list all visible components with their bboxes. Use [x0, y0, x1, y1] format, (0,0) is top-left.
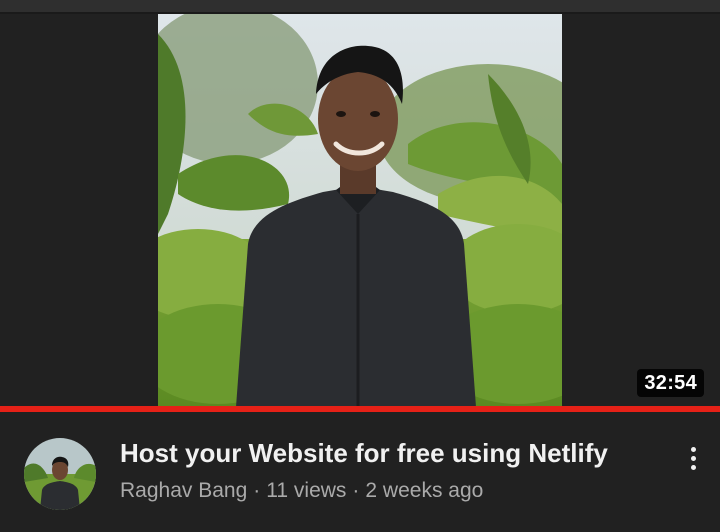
more-vertical-icon: [690, 446, 696, 452]
more-vertical-icon-dot: [690, 455, 696, 461]
more-vertical-icon-dot: [690, 464, 696, 470]
video-title[interactable]: Host your Website for free using Netlify: [120, 438, 660, 469]
video-meta[interactable]: Host your Website for free using Netlify…: [0, 412, 720, 532]
video-subline: Raghav Bang · 11 views · 2 weeks ago: [120, 479, 483, 503]
upload-age: 2 weeks ago: [365, 479, 484, 502]
video-thumbnail[interactable]: 32:54: [0, 14, 720, 407]
duration-badge: 32:54: [637, 369, 704, 397]
thumbnail-photo: [158, 14, 562, 407]
channel-name[interactable]: Raghav Bang: [120, 479, 247, 502]
thumbnail-image[interactable]: [158, 14, 562, 407]
channel-avatar[interactable]: [24, 438, 96, 510]
more-options-button[interactable]: [678, 442, 708, 474]
separator: ·: [253, 479, 261, 502]
top-divider-strip: [0, 0, 720, 14]
avatar-photo: [24, 438, 96, 510]
separator: ·: [352, 479, 360, 502]
view-count: 11 views: [266, 479, 347, 502]
